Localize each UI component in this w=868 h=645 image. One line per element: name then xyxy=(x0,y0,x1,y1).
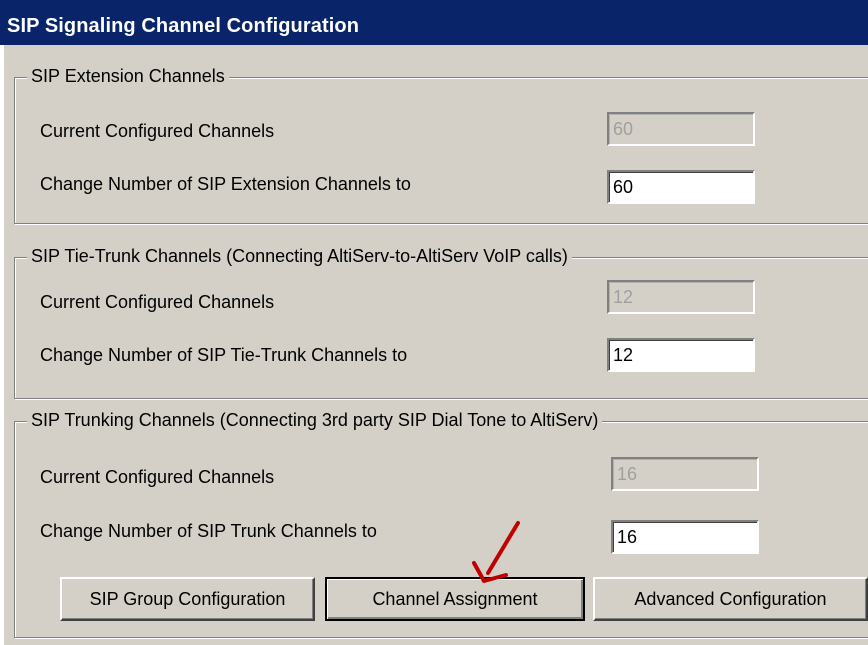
channel-assignment-button[interactable]: Channel Assignment xyxy=(325,577,585,621)
tie-trunk-current-field: 12 xyxy=(607,280,755,314)
dialog-panel: SIP Extension Channels Current Configure… xyxy=(4,45,868,645)
trunking-channels-legend: SIP Trunking Channels (Connecting 3rd pa… xyxy=(27,410,603,431)
annotation-arrow-icon xyxy=(472,521,520,583)
sip-group-configuration-button[interactable]: SIP Group Configuration xyxy=(60,577,315,621)
trunking-channels-group: SIP Trunking Channels (Connecting 3rd pa… xyxy=(14,410,868,638)
tie-trunk-channels-group: SIP Tie-Trunk Channels (Connecting AltiS… xyxy=(14,246,868,399)
extension-channels-legend: SIP Extension Channels xyxy=(27,66,229,87)
advanced-configuration-button[interactable]: Advanced Configuration xyxy=(593,577,868,621)
extension-channels-group: SIP Extension Channels Current Configure… xyxy=(14,66,868,224)
trunking-current-label: Current Configured Channels xyxy=(40,467,275,487)
tie-trunk-change-label: Change Number of SIP Tie-Trunk Channels … xyxy=(40,345,408,365)
tie-trunk-change-input[interactable]: 12 xyxy=(607,338,755,372)
window-title: SIP Signaling Channel Configuration xyxy=(7,15,360,37)
trunking-change-input[interactable]: 16 xyxy=(611,520,759,554)
extension-change-label: Change Number of SIP Extension Channels … xyxy=(40,174,411,194)
trunking-change-label: Change Number of SIP Trunk Channels to xyxy=(40,521,377,541)
tie-trunk-channels-legend: SIP Tie-Trunk Channels (Connecting AltiS… xyxy=(27,246,572,267)
extension-change-input[interactable]: 60 xyxy=(607,170,755,204)
trunking-current-field: 16 xyxy=(611,457,759,491)
tie-trunk-current-label: Current Configured Channels xyxy=(40,292,275,312)
window-titlebar: SIP Signaling Channel Configuration xyxy=(0,0,868,45)
extension-current-label: Current Configured Channels xyxy=(40,121,275,141)
extension-current-field: 60 xyxy=(607,112,755,146)
